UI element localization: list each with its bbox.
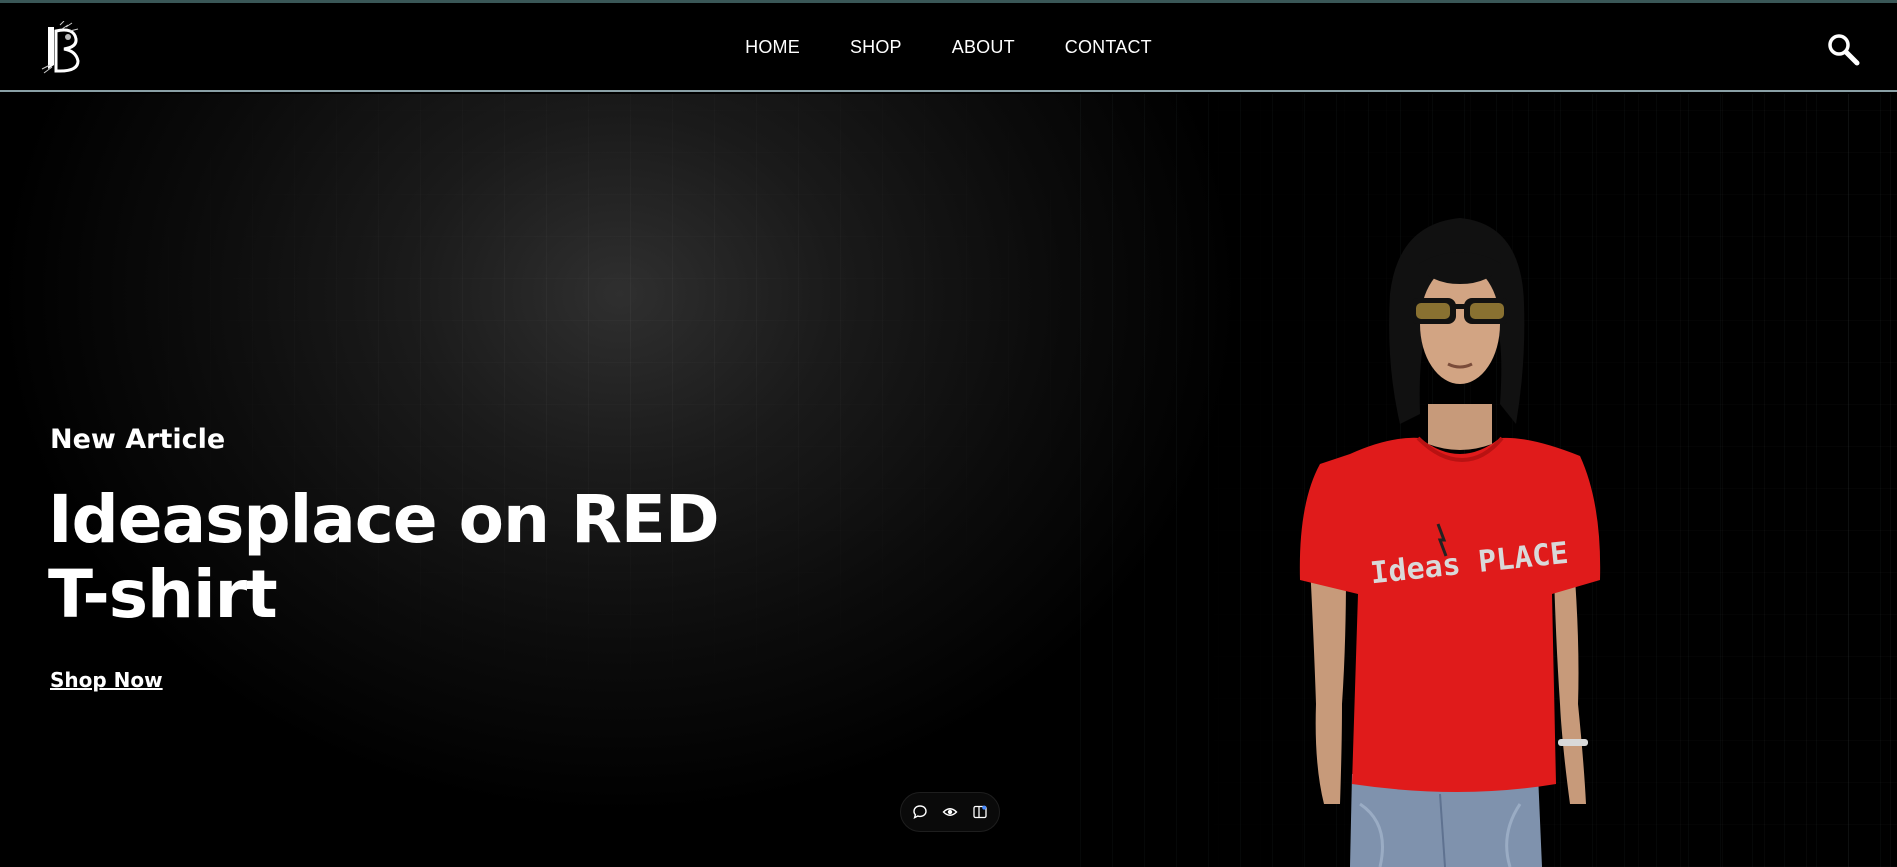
floating-toolbar	[900, 792, 1000, 832]
nav-shop[interactable]: SHOP	[850, 37, 902, 58]
hero-banner: New Article Ideasplace on RED T-shirt Sh…	[0, 94, 1897, 867]
shop-now-link[interactable]: Shop Now	[50, 668, 163, 692]
nav-contact[interactable]: CONTACT	[1065, 37, 1152, 58]
nav-home[interactable]: HOME	[745, 37, 800, 58]
hero-headline-line2: T-shirt	[48, 556, 278, 633]
search-icon[interactable]	[1826, 32, 1860, 66]
main-navigation: HOME SHOP ABOUT CONTACT	[0, 3, 1897, 92]
nav-about[interactable]: ABOUT	[952, 37, 1015, 58]
eye-icon[interactable]	[940, 802, 960, 822]
brand-logo-icon[interactable]	[40, 20, 86, 75]
hero-headline-line1: Ideasplace on RED	[48, 481, 720, 558]
hero-headline: Ideasplace on RED T-shirt	[48, 481, 720, 633]
site-header: HOME SHOP ABOUT CONTACT	[0, 3, 1897, 92]
hero-model-image: Ideas PLACE	[1299, 218, 1601, 867]
comment-icon[interactable]	[910, 802, 930, 822]
hero-eyebrow: New Article	[50, 424, 226, 455]
panel-icon[interactable]	[970, 802, 990, 822]
